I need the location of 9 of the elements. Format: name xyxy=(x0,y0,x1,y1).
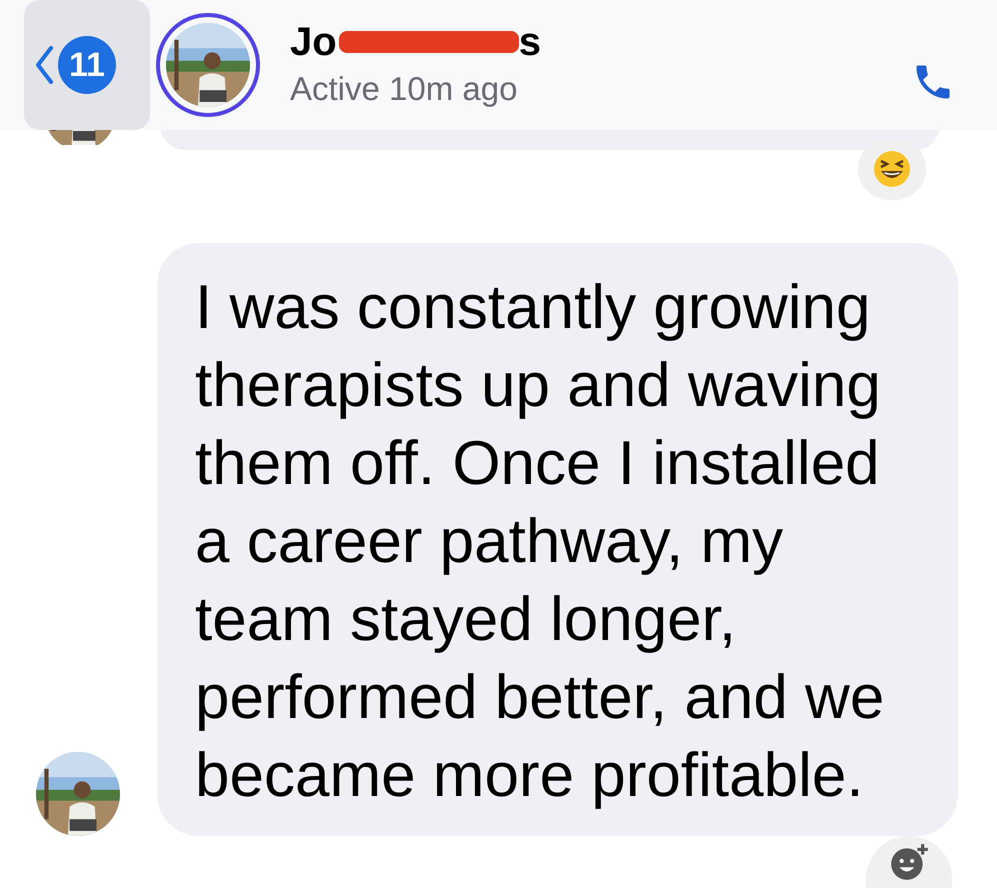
laughing-face-icon xyxy=(872,149,912,189)
back-chevron-icon xyxy=(34,45,54,85)
message-text: I was constantly growing therapists up and waving them off. Once I installed a career pathway, my team stayed longer, performed better, and we became more profitable. xyxy=(195,272,886,812)
active-status: Active 10m ago xyxy=(290,69,518,110)
contact-name: Jo xyxy=(290,22,337,62)
back-button[interactable]: 11 xyxy=(24,0,150,130)
unread-badge: 11 xyxy=(58,36,116,94)
contact-name: s xyxy=(518,22,541,62)
add-emoji-icon xyxy=(888,841,930,883)
